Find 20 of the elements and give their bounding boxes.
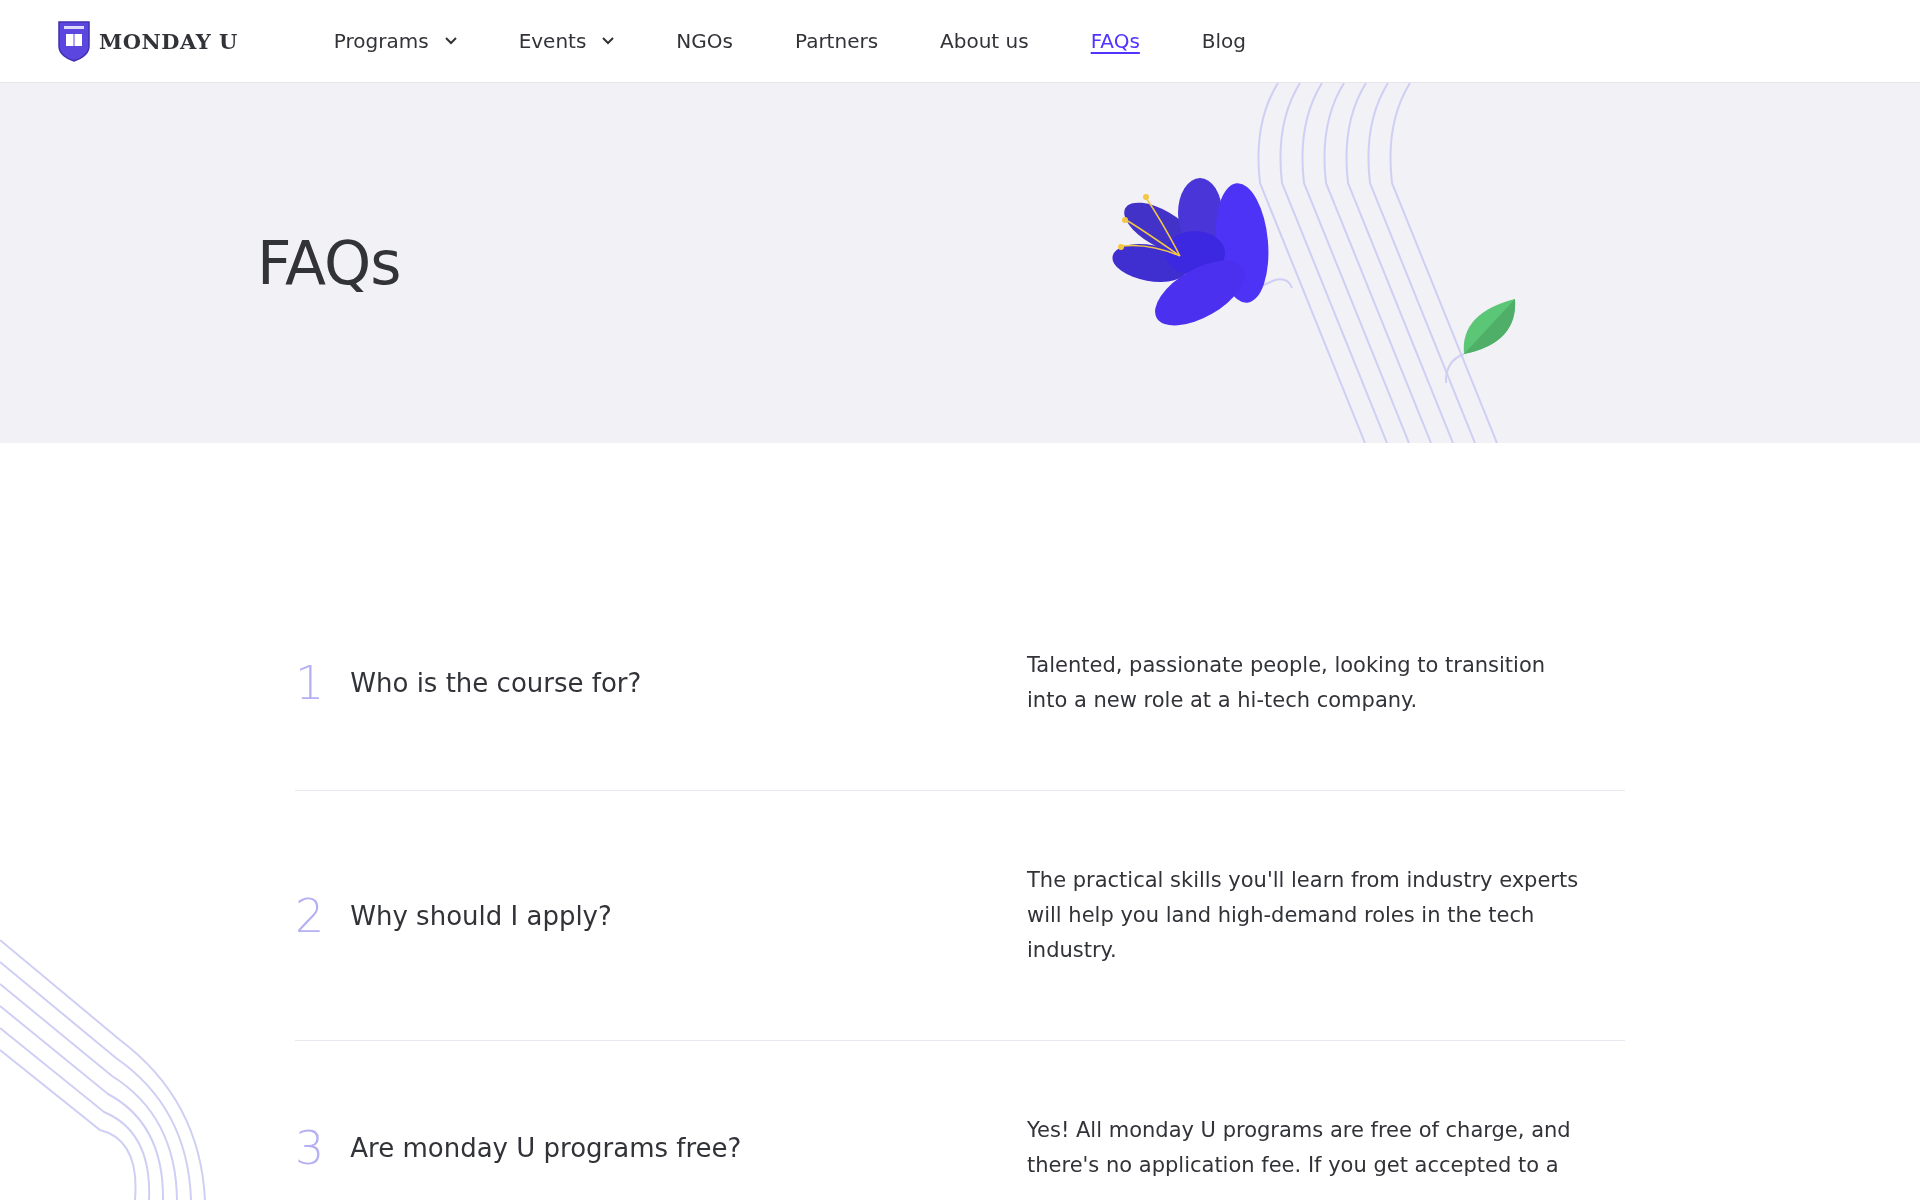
nav-link[interactable]: Blog [1201, 29, 1247, 53]
nav-link[interactable]: FAQs [1090, 29, 1140, 53]
faq-answer: Talented, passionate people, looking to transition into a new role at a hi-tech company. [1027, 652, 1547, 714]
faq-question: Who is the course for? [350, 668, 642, 698]
question-number: 2 [295, 888, 325, 943]
faq-question: Are monday U programs free? [350, 1133, 742, 1163]
faq-answer: Yes! All monday U programs are free of charge, and there's no application fee. If you get accepted to a [1027, 1117, 1572, 1179]
faq-question: Why should I apply? [350, 900, 612, 931]
logo-wordmark: MONDAY U [99, 28, 238, 54]
monday-u-logo[interactable]: MONDAY U [57, 20, 238, 62]
question-number: 1 [295, 656, 325, 710]
nav-link[interactable]: NGOs [676, 29, 733, 53]
shield-logo-icon [57, 20, 91, 62]
nav-link[interactable]: About us [940, 29, 1029, 53]
nav-link[interactable]: Events [518, 29, 615, 53]
question-number: 3 [295, 1121, 325, 1175]
nav-link[interactable]: Programs [333, 29, 457, 53]
faq-answer: The practical skills you'll learn from industry experts will help you land high-demand roles in the tech industry. [1027, 867, 1580, 964]
page-title: FAQs [257, 228, 401, 298]
nav-link[interactable]: Partners [794, 29, 879, 53]
